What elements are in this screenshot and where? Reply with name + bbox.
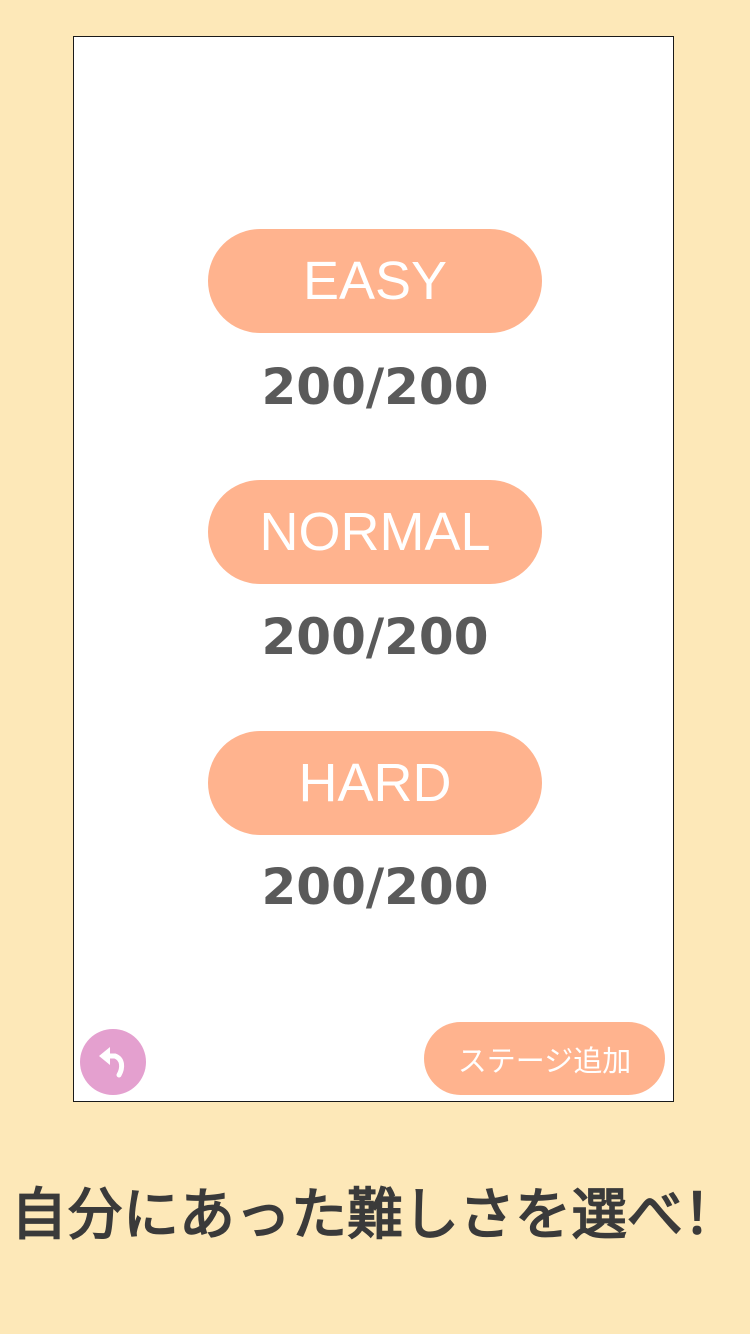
easy-progress: 200/200 <box>261 358 489 416</box>
easy-button[interactable]: EASY <box>208 229 542 333</box>
add-stage-button[interactable]: ステージ追加 <box>424 1022 665 1095</box>
promo-caption: 自分にあった難しさを選べ！ <box>11 1183 739 1248</box>
back-button[interactable] <box>80 1029 146 1095</box>
app-screen: EASY 200/200 NORMAL 200/200 HARD 200/200… <box>73 36 674 1102</box>
normal-button[interactable]: NORMAL <box>208 480 542 584</box>
hard-progress: 200/200 <box>261 858 489 916</box>
normal-progress: 200/200 <box>261 608 489 666</box>
hard-button[interactable]: HARD <box>208 731 542 835</box>
undo-arrow-icon <box>99 1047 125 1078</box>
